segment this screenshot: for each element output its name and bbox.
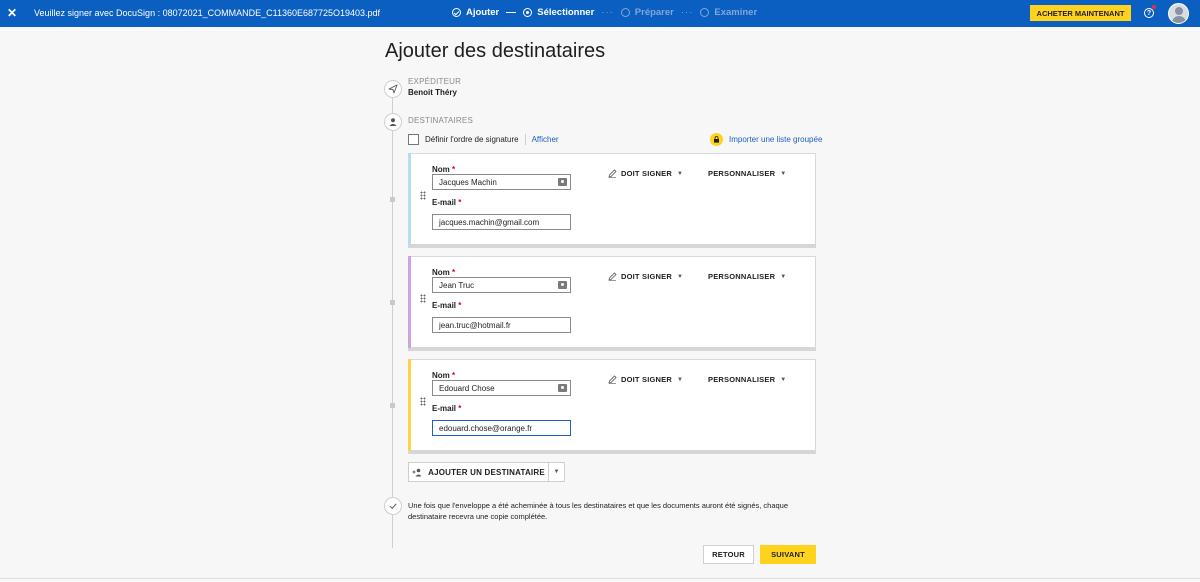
- top-bar: ✕ Veuillez signer avec DocuSign : 080720…: [0, 0, 1200, 27]
- page-title: Ajouter des destinataires: [385, 40, 606, 62]
- drag-handle-icon[interactable]: [420, 397, 426, 406]
- back-button[interactable]: RETOUR: [703, 545, 754, 564]
- recipient-color-bar: [408, 256, 411, 348]
- contacts-icon[interactable]: [558, 384, 567, 392]
- customize-dropdown[interactable]: PERSONNALISER ▼: [708, 272, 786, 281]
- add-recipient-options-caret[interactable]: ▼: [549, 462, 565, 482]
- step-examiner[interactable]: Examiner: [700, 7, 757, 18]
- step-selectionner[interactable]: Sélectionner: [523, 7, 594, 18]
- next-button[interactable]: SUIVANT: [760, 545, 816, 564]
- pen-icon: [608, 272, 617, 281]
- name-value: Edouard Chose: [439, 383, 495, 393]
- user-avatar[interactable]: [1168, 3, 1189, 24]
- check-circle-icon: [452, 8, 461, 17]
- sender-label: EXPÉDITEUR: [408, 77, 462, 86]
- email-label: E-mail *: [432, 198, 462, 207]
- step-connector: [506, 11, 517, 14]
- add-person-icon: [412, 468, 422, 476]
- caret-down-icon: ▼: [676, 376, 684, 383]
- recipient-color-bar: [408, 359, 411, 451]
- name-input[interactable]: Edouard Chose: [432, 380, 571, 396]
- add-recipient-button[interactable]: AJOUTER UN DESTINATAIRE: [408, 462, 549, 482]
- caret-down-icon: ▼: [676, 170, 684, 177]
- recipient-card: Nom * Jean Truc E-mail * jean.truc@hotma…: [408, 256, 816, 351]
- document-title: Veuillez signer avec DocuSign : 08072021…: [34, 8, 381, 18]
- progress-steps: Ajouter Sélectionner ··· Préparer ··· Ex…: [452, 7, 757, 18]
- name-label: Nom *: [432, 165, 456, 174]
- timeline-handle: [390, 197, 395, 202]
- timeline-handle: [390, 300, 395, 305]
- customize-dropdown[interactable]: PERSONNALISER ▼: [708, 375, 786, 384]
- step-preparer[interactable]: Préparer: [620, 7, 674, 18]
- sender-name: Benoit Théry: [408, 88, 457, 97]
- import-list-row: Importer une liste groupée: [710, 133, 822, 146]
- email-value: jacques.machin@gmail.com: [439, 217, 540, 227]
- step-label: Préparer: [634, 7, 674, 18]
- timeline-line: [392, 98, 393, 548]
- signing-order-label: Définir l'ordre de signature: [425, 135, 519, 144]
- role-dropdown[interactable]: DOIT SIGNER ▼: [608, 375, 683, 384]
- name-label: Nom *: [432, 371, 456, 380]
- lock-icon: [710, 133, 723, 146]
- step-label: Sélectionner: [537, 7, 595, 18]
- empty-circle-icon: [700, 8, 710, 17]
- step-label: Ajouter: [466, 7, 500, 18]
- drag-handle-icon[interactable]: [420, 294, 426, 303]
- buy-now-button[interactable]: ACHETER MAINTENANT: [1030, 5, 1131, 21]
- pen-icon: [608, 169, 617, 178]
- email-label: E-mail *: [432, 404, 462, 413]
- caret-down-icon: ▼: [780, 376, 787, 383]
- step-connector: ···: [680, 7, 694, 18]
- role-dropdown[interactable]: DOIT SIGNER ▼: [608, 169, 683, 178]
- drag-handle-icon[interactable]: [420, 191, 426, 200]
- email-value: jean.truc@hotmail.fr: [439, 320, 511, 330]
- radio-circle-icon: [523, 8, 533, 17]
- signing-order-row: Définir l'ordre de signature Afficher: [408, 134, 559, 145]
- name-value: Jean Truc: [439, 280, 475, 290]
- show-link[interactable]: Afficher: [532, 135, 559, 144]
- send-plane-icon: [384, 80, 402, 98]
- recipient-card: Nom * Edouard Chose E-mail * edouard.cho…: [408, 359, 816, 454]
- contacts-icon[interactable]: [558, 178, 567, 186]
- contacts-icon[interactable]: [558, 281, 567, 289]
- caret-down-icon: ▼: [780, 170, 787, 177]
- role-dropdown[interactable]: DOIT SIGNER ▼: [608, 272, 683, 281]
- recipient-card: Nom * Jacques Machin E-mail * jacques.ma…: [408, 153, 816, 248]
- email-label: E-mail *: [432, 301, 462, 310]
- recipients-label: DESTINATAIRES: [408, 116, 473, 125]
- recipient-color-bar: [408, 153, 411, 245]
- divider: [524, 134, 526, 145]
- name-value: Jacques Machin: [439, 177, 497, 187]
- check-icon: [384, 497, 402, 515]
- step-label: Examiner: [714, 7, 758, 18]
- step-connector: ···: [601, 7, 614, 18]
- caret-down-icon: ▼: [676, 273, 684, 280]
- notification-dot: [1152, 5, 1156, 9]
- import-group-list-link[interactable]: Importer une liste groupée: [729, 135, 822, 144]
- signing-order-checkbox[interactable]: [408, 134, 419, 145]
- email-input[interactable]: jacques.machin@gmail.com: [432, 214, 571, 230]
- name-input[interactable]: Jean Truc: [432, 277, 571, 293]
- email-input[interactable]: edouard.chose@orange.fr: [432, 420, 571, 436]
- bottom-divider: [0, 578, 1200, 579]
- close-icon[interactable]: ✕: [7, 6, 17, 20]
- customize-dropdown[interactable]: PERSONNALISER ▼: [708, 169, 786, 178]
- pen-icon: [608, 375, 617, 384]
- name-input[interactable]: Jacques Machin: [432, 174, 571, 190]
- step-ajouter[interactable]: Ajouter: [452, 7, 499, 18]
- person-icon: [384, 113, 402, 131]
- help-icon[interactable]: ?: [1144, 8, 1154, 18]
- completion-note: Une fois que l'enveloppe a été acheminée…: [408, 501, 789, 521]
- email-value: edouard.chose@orange.fr: [439, 423, 533, 433]
- name-label: Nom *: [432, 268, 456, 277]
- caret-down-icon: ▼: [780, 273, 787, 280]
- email-input[interactable]: jean.truc@hotmail.fr: [432, 317, 571, 333]
- empty-circle-icon: [620, 8, 630, 17]
- timeline-handle: [390, 403, 395, 408]
